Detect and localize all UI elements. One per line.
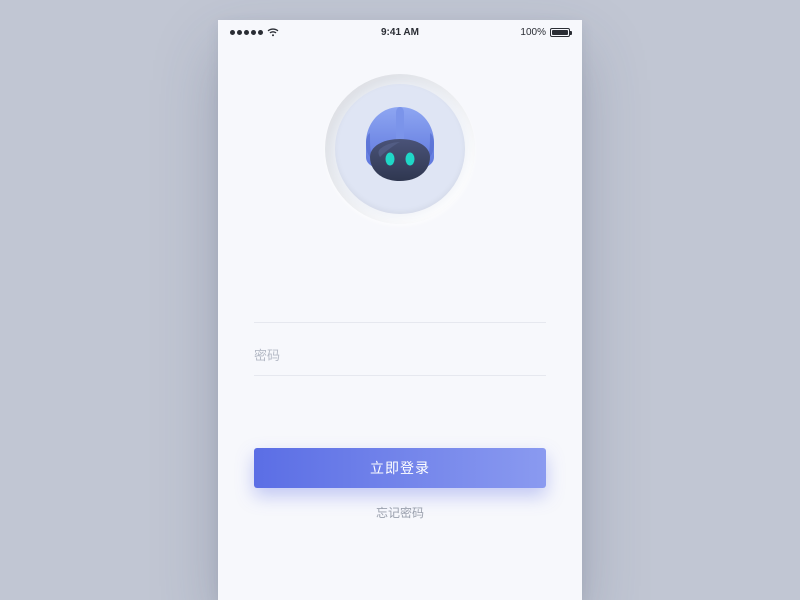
battery-icon (550, 28, 570, 37)
phone-frame: 9:41 AM 100% (218, 20, 582, 600)
username-field-row (254, 282, 546, 323)
avatar (335, 84, 465, 214)
username-input[interactable] (254, 295, 546, 310)
login-button[interactable]: 立即登录 (254, 448, 546, 488)
status-bar: 9:41 AM 100% (218, 20, 582, 44)
actions: 立即登录 忘记密码 (254, 448, 546, 521)
battery-percent: 100% (520, 27, 546, 38)
forgot-password-link[interactable]: 忘记密码 (254, 504, 546, 521)
avatar-frame (325, 74, 475, 224)
signal-dots-icon (230, 30, 263, 35)
status-right: 100% (520, 27, 570, 38)
robot-icon (350, 99, 450, 199)
wifi-icon (267, 28, 279, 37)
password-field-row (254, 335, 546, 376)
status-left (230, 28, 279, 37)
login-form (254, 282, 546, 376)
password-input[interactable] (254, 348, 546, 363)
